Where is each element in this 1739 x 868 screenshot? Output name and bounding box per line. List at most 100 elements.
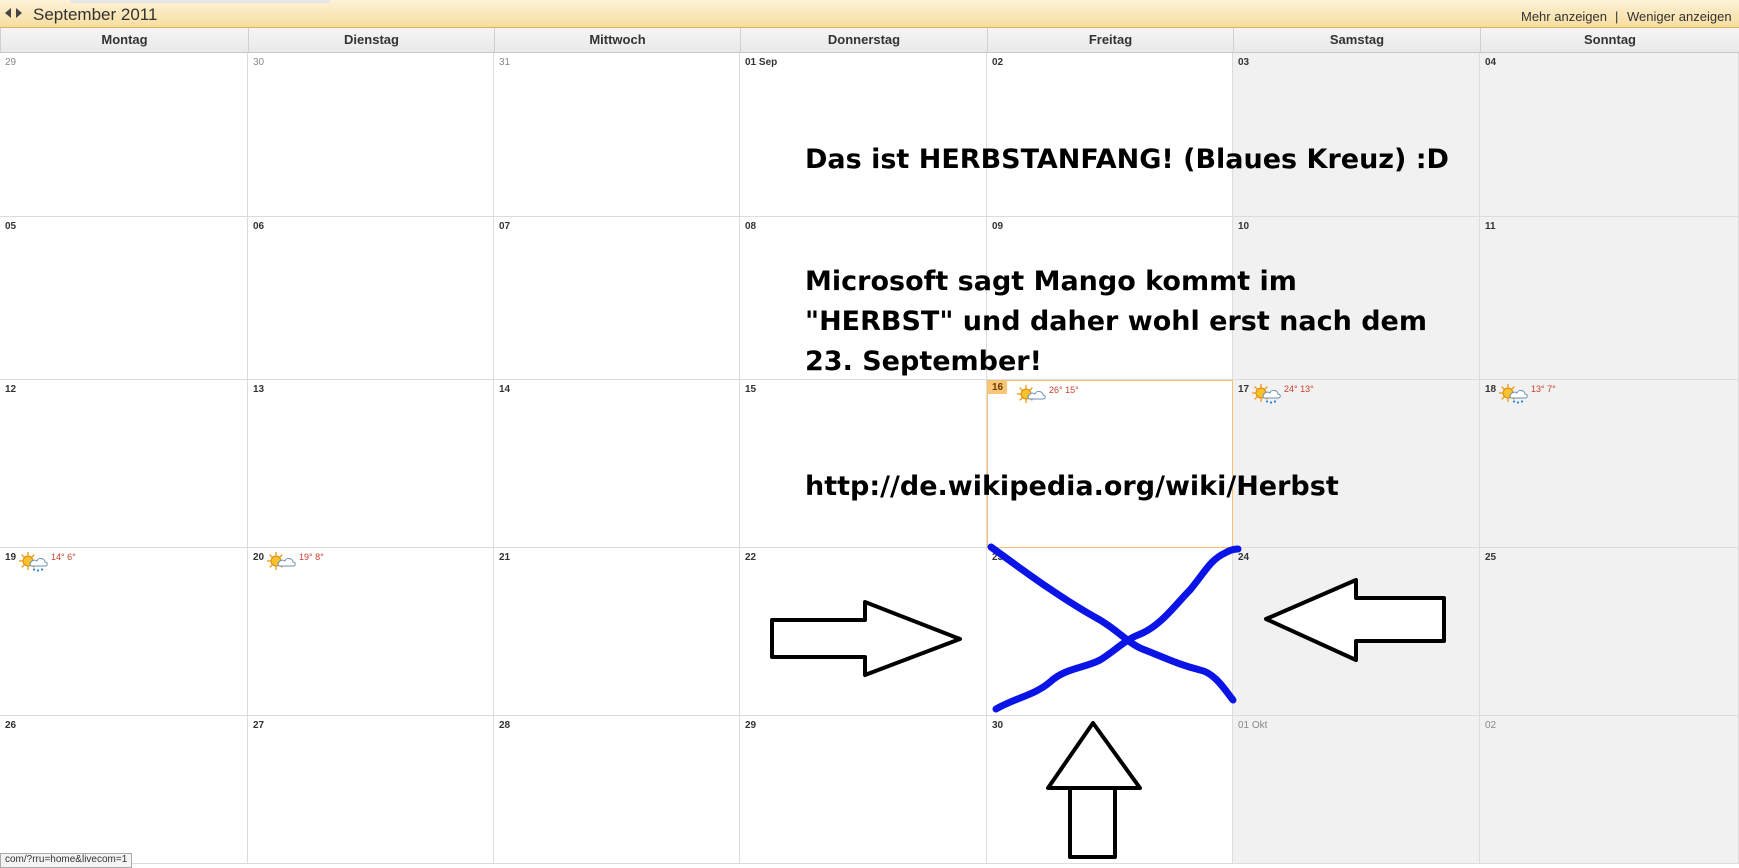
weather-forecast: 19° 8° [266,550,324,572]
day-number: 11 [1485,221,1496,232]
day-cell[interactable]: 30 [987,716,1233,864]
weather-forecast: 24° 13° [1251,382,1314,404]
day-number: 22 [745,552,757,563]
day-number: 06 [253,221,265,232]
weather-temperature: 14° 6° [51,552,76,562]
weekday-header-mittwoch: Mittwoch [494,28,740,52]
day-cell[interactable]: 29 [0,53,248,217]
next-month-icon[interactable] [16,8,22,18]
day-number: 31 [499,57,511,68]
day-number: 16 [988,381,1008,394]
link-separator: | [1615,9,1619,24]
day-cell[interactable]: 17 24° 13° [1233,380,1480,548]
day-number: 27 [253,720,265,731]
day-cell[interactable]: 23 [987,548,1233,716]
day-number: 14 [499,384,511,395]
day-number: 20 [253,552,265,563]
day-number: 01 Okt [1238,720,1268,731]
day-number: 17 [1238,384,1250,395]
day-number: 10 [1238,221,1250,232]
weekday-header-sonntag: Sonntag [1480,28,1739,52]
day-cell[interactable]: 31 [494,53,740,217]
day-cell[interactable]: 01 Okt [1233,716,1480,864]
day-cell[interactable]: 04 [1480,53,1739,217]
day-number: 25 [1485,552,1497,563]
weather-temperature: 13° 7° [1531,384,1556,394]
day-number: 29 [745,720,757,731]
day-cell[interactable]: 20 19° 8° [248,548,494,716]
day-cell[interactable]: 18 13° 7° [1480,380,1739,548]
day-cell[interactable]: 07 [494,217,740,380]
weather-forecast: 13° 7° [1498,382,1556,404]
weather-temperature: 19° 8° [299,552,324,562]
day-cell[interactable]: 29 [740,716,987,864]
day-cell[interactable]: 28 [494,716,740,864]
weather-temperature: 26° 15° [1049,385,1079,395]
annotation-line-4: 23. September! [805,346,1042,377]
day-number: 01 Sep [745,57,778,68]
sun-cloud-icon [1017,385,1046,403]
day-number: 09 [992,221,1004,232]
rain-cloud-icon [19,552,48,572]
weekday-header: Montag Dienstag Mittwoch Donnerstag Freitag S… [0,28,1739,53]
day-cell[interactable]: 11 [1480,217,1739,380]
day-number: 02 [992,57,1004,68]
day-number: 30 [992,720,1004,731]
day-cell[interactable]: 02 [1480,716,1739,864]
day-number: 15 [745,384,757,395]
day-cell[interactable]: 01 Sep [740,53,987,217]
day-number: 05 [5,221,17,232]
calendar-toolbar: September 2011 Mehr anzeigen | Weniger a… [0,0,1739,28]
rain-cloud-icon [1499,384,1528,404]
day-cell[interactable]: 19 14° 6° [0,548,248,716]
day-cell[interactable]: 30 [248,53,494,217]
weather-forecast: 14° 6° [18,550,76,572]
month-title: September 2011 [33,5,158,24]
day-number: 19 [5,552,17,563]
day-cell[interactable]: 21 [494,548,740,716]
day-number: 02 [1485,720,1497,731]
day-number: 04 [1485,57,1497,68]
day-number: 12 [5,384,17,395]
day-cell[interactable]: 24 [1233,548,1480,716]
day-cell[interactable]: 12 [0,380,248,548]
day-number: 30 [253,57,265,68]
day-cell[interactable]: 25 [1480,548,1739,716]
weekday-header-montag: Montag [0,28,248,52]
day-cell[interactable]: 22 [740,548,987,716]
weekday-header-freitag: Freitag [987,28,1233,52]
annotation-line-3: "HERBST" und daher wohl erst nach dem [805,306,1427,337]
weather-forecast: 26° 15° [1016,383,1079,405]
day-number: 07 [499,221,511,232]
status-url: com/?rru=home&livecom=1 [0,853,133,868]
day-cell[interactable]: 14 [494,380,740,548]
weekday-header-donnerstag: Donnerstag [740,28,987,52]
day-cell[interactable]: 05 [0,217,248,380]
day-number: 18 [1485,384,1497,395]
day-cell[interactable]: 03 [1233,53,1480,217]
annotation-url: http://de.wikipedia.org/wiki/Herbst [805,471,1339,502]
tab-strip [70,0,330,3]
day-cell[interactable]: 13 [248,380,494,548]
day-number: 21 [499,552,511,563]
previous-month-icon[interactable] [5,8,11,18]
day-cell[interactable]: 06 [248,217,494,380]
weather-temperature: 24° 13° [1284,384,1314,394]
day-number: 24 [1238,552,1250,563]
day-number: 28 [499,720,511,731]
day-number: 03 [1238,57,1250,68]
day-cell[interactable]: 15 [740,380,987,548]
weekday-header-samstag: Samstag [1233,28,1480,52]
day-cell[interactable]: 16 26° 15° [987,380,1233,548]
day-number: 26 [5,720,17,731]
day-cell[interactable]: 02 [987,53,1233,217]
day-number: 08 [745,221,757,232]
annotation-line-2: Microsoft sagt Mango kommt im [805,266,1297,297]
weekday-header-dienstag: Dienstag [248,28,494,52]
sun-cloud-icon [267,552,296,570]
day-cell[interactable]: 27 [248,716,494,864]
day-cell[interactable]: 26 [0,716,248,864]
day-number: 13 [253,384,265,395]
show-less-link[interactable]: Weniger anzeigen [1627,9,1732,24]
show-more-link[interactable]: Mehr anzeigen [1521,9,1607,24]
